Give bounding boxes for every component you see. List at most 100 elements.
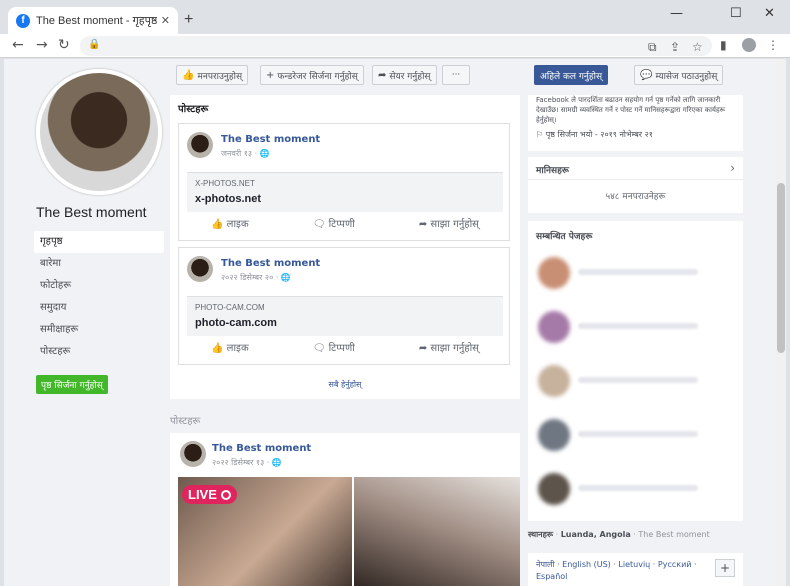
share-page-icon[interactable]: ⇪ (670, 40, 680, 54)
nav-about[interactable]: बारेमा (34, 253, 164, 275)
facebook-page: The Best moment गृहपृष्ठ बारेमा फोटोहरू … (4, 59, 786, 586)
share-label: साझा गर्नुहोस् (430, 219, 479, 230)
close-tab-icon[interactable]: ✕ (161, 14, 170, 27)
like-label: लाइक (226, 219, 249, 230)
maximize-icon[interactable]: ☐ (730, 6, 742, 21)
live-badge: LIVE (182, 485, 237, 504)
globe-icon: 🌐 (271, 458, 282, 467)
link-domain: PHOTO-CAM.COM (195, 303, 265, 312)
plus-icon: + (266, 69, 275, 81)
page-created-date: ⚐ पृष्ठ सिर्जना भयो - २०१९ नोभेम्बर २१ (536, 129, 653, 140)
page-transparency-card: Facebook ले पारदर्शिता बढाउन सहयोग गर्न … (528, 95, 743, 151)
translate-icon[interactable]: ⧉ (648, 40, 657, 55)
chevron-right-icon[interactable]: › (730, 161, 735, 175)
places-line: स्थानहरू · Luanda, Angola · The Best mom… (528, 530, 710, 539)
related-pages-heading: सम्बन्धित पेजहरू (536, 232, 593, 242)
share-button[interactable]: ➦ साझा गर्नुहोस् (419, 340, 479, 354)
send-message-button[interactable]: 💬 म्यासेज पठाउनुहोस् (634, 65, 724, 85)
scrollbar[interactable] (776, 59, 786, 586)
nav-posts[interactable]: पोस्टहरू (34, 341, 164, 363)
related-page-name[interactable] (578, 377, 698, 383)
fundraiser-button[interactable]: + फन्डरेजर सिर्जना गर्नुहोस् (260, 65, 364, 85)
related-page-name[interactable] (578, 431, 698, 437)
nav-home[interactable]: गृहपृष्ठ (34, 231, 164, 253)
create-page-button[interactable]: पृष्ठ सिर्जना गर्नुहोस् (36, 375, 108, 394)
link-title[interactable]: photo-cam.com (195, 317, 277, 329)
minimize-icon[interactable]: — (670, 6, 683, 21)
place-page-link[interactable]: The Best moment (638, 530, 709, 539)
author-avatar[interactable] (187, 256, 213, 282)
nav-reviews[interactable]: समीक्षाहरू (34, 319, 164, 341)
post-actions: 👍 लाइक 🗨 टिप्पणी ➦ साझा गर्नुहोस् (179, 216, 511, 230)
back-icon[interactable]: ← (12, 37, 24, 53)
related-page-name[interactable] (578, 485, 698, 491)
post-author[interactable]: The Best moment (221, 134, 320, 145)
profile-picture[interactable] (36, 69, 162, 195)
post-date: जनवरी १३ · 🌐 (221, 148, 270, 159)
like-button[interactable]: 👍 लाइक (211, 216, 249, 230)
post-photo[interactable] (354, 477, 520, 586)
post-author[interactable]: The Best moment (212, 443, 311, 454)
author-avatar[interactable] (187, 132, 213, 158)
address-bar[interactable]: 🔒 ⧉ ⇪ ☆ (80, 36, 712, 56)
related-page-avatar[interactable] (538, 257, 570, 289)
nav-photos[interactable]: फोटोहरू (34, 275, 164, 297)
comment-button[interactable]: 🗨 टिप्पणी (313, 340, 355, 354)
nav-community[interactable]: समुदाय (34, 297, 164, 319)
menu-dots-icon[interactable]: ⋮ (767, 38, 779, 52)
thumbs-up-icon: 👍 (211, 219, 227, 230)
share-button[interactable]: ➦ साझा गर्नुहोस् (419, 216, 479, 230)
author-avatar[interactable] (180, 441, 206, 467)
share-arrow-icon: ➦ (378, 69, 387, 81)
new-tab-button[interactable]: + (184, 11, 193, 29)
browser-tab[interactable]: f The Best moment - गृहपृष्ठ | Facebook … (8, 7, 178, 34)
post-date: २०२२ डिसेम्बर १३ · 🌐 (212, 457, 282, 468)
posts-section-label: पोस्टहरू (170, 416, 201, 427)
share-icon: ➦ (418, 219, 431, 230)
related-page-name[interactable] (578, 323, 698, 329)
link-domain: X-PHOTOS.NET (195, 179, 255, 188)
like-page-button[interactable]: 👍 मनपराउनुहोस् (176, 65, 249, 85)
related-page-avatar[interactable] (538, 473, 570, 505)
like-button[interactable]: 👍 लाइक (211, 340, 249, 354)
call-now-button[interactable]: अहिले कल गर्नुहोस् (534, 65, 609, 85)
more-button[interactable]: ··· (442, 65, 470, 85)
left-nav: गृहपृष्ठ बारेमा फोटोहरू समुदाय समीक्षाहर… (34, 231, 164, 363)
scrollbar-thumb[interactable] (777, 183, 785, 353)
add-language-button[interactable]: + (715, 559, 735, 577)
link-preview[interactable]: PHOTO-CAM.COM photo-cam.com (187, 296, 503, 336)
related-page-avatar[interactable] (538, 419, 570, 451)
post-date-text: २०२२ डिसेम्बर २० · (221, 273, 281, 282)
people-heading[interactable]: मानिसहरू (536, 163, 569, 176)
post-author[interactable]: The Best moment (221, 258, 320, 269)
tab-title: The Best moment - गृहपृष्ठ | Facebook (36, 15, 157, 27)
see-all-link[interactable]: सबै हेर्नुहोस् (170, 379, 520, 390)
related-page-name[interactable] (578, 269, 698, 275)
comment-button[interactable]: 🗨 टिप्पणी (313, 216, 355, 230)
feed-heading: पोस्टहरू (178, 104, 209, 115)
bookmark-star-icon[interactable]: ☆ (692, 40, 703, 54)
facebook-icon: f (16, 13, 30, 28)
post-actions: 👍 लाइक 🗨 टिप्पणी ➦ साझा गर्नुहोस् (179, 340, 511, 354)
post-card: The Best moment २०२२ डिसेम्बर २० · 🌐 PHO… (178, 247, 510, 365)
page-name: The Best moment (36, 204, 147, 220)
transparency-text: Facebook ले पारदर्शिता बढाउन सहयोग गर्न … (536, 96, 726, 124)
window-close-icon[interactable]: ✕ (764, 6, 775, 21)
link-title[interactable]: x-photos.net (195, 193, 261, 205)
thumbs-up-icon: 👍 (182, 69, 195, 81)
share-page-button[interactable]: ➦ सेयर गर्नुहोस् (372, 65, 437, 85)
languages-card: नेपाली · English (US) · Lietuvių · Русск… (528, 553, 743, 586)
forward-icon[interactable]: → (36, 37, 48, 53)
side-panel-icon[interactable]: ▮ (720, 38, 727, 52)
reload-icon[interactable]: ↻ (58, 37, 70, 53)
link-preview[interactable]: X-PHOTOS.NET x-photos.net (187, 172, 503, 212)
language-links[interactable]: नेपाली · English (US) · Lietuvių · Русск… (536, 559, 706, 583)
globe-icon: 🌐 (259, 149, 270, 158)
flag-icon: ⚐ (536, 130, 546, 139)
place-link[interactable]: Luanda, Angola (561, 530, 631, 539)
related-page-avatar[interactable] (538, 365, 570, 397)
share-icon: ➦ (418, 343, 431, 354)
related-page-avatar[interactable] (538, 311, 570, 343)
profile-avatar-icon[interactable] (742, 38, 756, 52)
comment-label: टिप्पणी (328, 219, 355, 230)
